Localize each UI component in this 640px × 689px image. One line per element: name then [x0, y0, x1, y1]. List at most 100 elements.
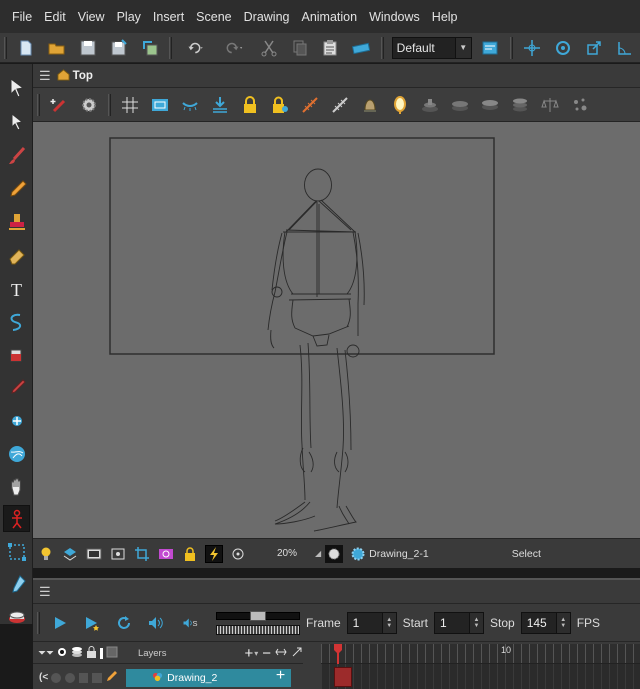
visibility-icon[interactable] [51, 672, 62, 683]
frame-cells[interactable] [321, 664, 640, 689]
lock-icon[interactable] [239, 94, 261, 116]
menu-play[interactable]: Play [111, 10, 147, 24]
redo-icon[interactable] [220, 37, 248, 59]
frame-field[interactable]: 1 ▲ ▼ [346, 611, 397, 634]
rotate-view-icon[interactable] [229, 545, 247, 563]
stamp-tool-icon[interactable] [3, 208, 30, 235]
home-icon[interactable] [57, 68, 70, 84]
transform-icon[interactable] [522, 37, 543, 59]
zoom-sphere-icon[interactable] [3, 440, 30, 467]
breadcrumb[interactable]: Top [73, 70, 93, 82]
frame-spinner[interactable]: ▲ ▼ [381, 612, 396, 633]
camera-viewport[interactable] [33, 122, 640, 538]
gear-icon[interactable] [78, 94, 100, 116]
panel-menu-icon[interactable]: ☰ [39, 68, 51, 84]
menu-drawing[interactable]: Drawing [238, 10, 296, 24]
add-icon[interactable]: + [276, 667, 285, 685]
dropper-tool-icon[interactable] [3, 374, 30, 401]
copy-icon[interactable] [289, 37, 310, 59]
grid-icon[interactable] [119, 94, 141, 116]
layer-up-icon[interactable] [61, 545, 79, 563]
play-icon[interactable] [49, 612, 71, 634]
sound-icon[interactable] [145, 612, 167, 634]
pivot-icon[interactable] [552, 37, 573, 59]
balance-icon[interactable] [539, 94, 561, 116]
add-drawing-icon[interactable] [48, 94, 70, 116]
eraser-tool-icon[interactable] [3, 242, 30, 269]
paint-bucket-icon[interactable] [3, 341, 30, 368]
play-selection-icon[interactable] [81, 612, 103, 634]
drawing-exposure[interactable] [334, 667, 352, 687]
menu-windows[interactable]: Windows [363, 10, 426, 24]
ruler-icon[interactable] [351, 37, 372, 59]
flatten-icon[interactable] [449, 94, 471, 116]
stack-icon[interactable] [509, 94, 531, 116]
save-as-icon[interactable] [109, 37, 130, 59]
import-icon[interactable] [139, 37, 160, 59]
zoom-level[interactable]: 20% [277, 548, 297, 559]
thumbnail-icon[interactable] [106, 646, 118, 661]
ink-tool-icon[interactable] [3, 570, 30, 597]
paint-pot-icon[interactable] [3, 602, 30, 629]
menu-view[interactable]: View [72, 10, 111, 24]
layer-name-cell[interactable]: Drawing_2 + [126, 667, 292, 687]
new-scene-icon[interactable] [16, 37, 37, 59]
stitch-icon[interactable] [329, 94, 351, 116]
color-gear-icon[interactable] [349, 545, 367, 563]
rotate-icon[interactable] [614, 37, 635, 59]
timeline-grid[interactable]: 10 [321, 644, 640, 689]
sun-icon[interactable] [325, 544, 344, 563]
bounding-box-icon[interactable] [3, 538, 30, 565]
palette-icon[interactable] [157, 545, 175, 563]
safe-area-icon[interactable] [149, 94, 171, 116]
cut-icon[interactable] [258, 37, 279, 59]
particles-icon[interactable] [569, 94, 591, 116]
frame-ruler[interactable] [321, 644, 640, 664]
drawing-canvas[interactable] [33, 122, 640, 538]
scale-icon[interactable] [583, 37, 604, 59]
brush-tool-icon[interactable] [3, 142, 30, 169]
undo-icon[interactable] [181, 37, 209, 59]
expand-icon[interactable]: (< [39, 672, 48, 683]
menu-insert[interactable]: Insert [147, 10, 190, 24]
light-table-icon[interactable] [209, 94, 231, 116]
playback-speed-slider[interactable] [216, 609, 300, 637]
onion-skin-icon[interactable] [179, 94, 201, 116]
light-bulb-icon[interactable] [37, 545, 55, 563]
lock-icon[interactable] [86, 646, 97, 661]
transform-tool-icon[interactable] [3, 108, 30, 135]
stop-field[interactable]: 145 ▲ ▼ [520, 611, 571, 634]
eye-icon[interactable] [56, 646, 68, 661]
add-layer-icon[interactable]: + [244, 646, 253, 661]
lock-layer-icon[interactable] [79, 672, 89, 683]
layers-stack-icon[interactable] [71, 646, 83, 661]
text-tool-icon[interactable]: T [3, 275, 30, 302]
menu-file[interactable]: File [6, 10, 38, 24]
export-icon[interactable] [480, 37, 501, 59]
open-icon[interactable] [47, 37, 68, 59]
menu-edit[interactable]: Edit [38, 10, 72, 24]
sound-scrub-icon[interactable]: S [177, 612, 205, 634]
frame-icon[interactable] [109, 545, 127, 563]
collapse-icon[interactable] [275, 646, 287, 661]
flash-icon[interactable] [205, 544, 223, 563]
crop-icon[interactable] [133, 545, 151, 563]
bell-icon[interactable] [359, 94, 381, 116]
workspace-dropdown[interactable]: Default ▼ [391, 36, 472, 59]
pencil-tool-icon[interactable] [3, 175, 30, 202]
color-swatch-icon[interactable] [100, 648, 103, 659]
menu-animation[interactable]: Animation [295, 10, 363, 24]
rigging-tool-icon[interactable] [3, 505, 30, 532]
mirror-icon[interactable] [389, 94, 411, 116]
remove-layer-icon[interactable]: − [262, 646, 271, 661]
menu-scene[interactable]: Scene [190, 10, 237, 24]
layer-stack-icon[interactable] [419, 94, 441, 116]
hand-tool-icon[interactable] [3, 473, 30, 500]
save-icon[interactable] [78, 37, 99, 59]
loop-icon[interactable] [113, 612, 135, 634]
expand-all-icon[interactable]: ⏷⏷ [38, 648, 54, 659]
start-spinner[interactable]: ▲ ▼ [469, 612, 484, 633]
layer-row[interactable]: (< Drawing_2 + [33, 664, 303, 689]
auto-patch-icon[interactable] [299, 94, 321, 116]
monitor-icon[interactable] [85, 545, 103, 563]
